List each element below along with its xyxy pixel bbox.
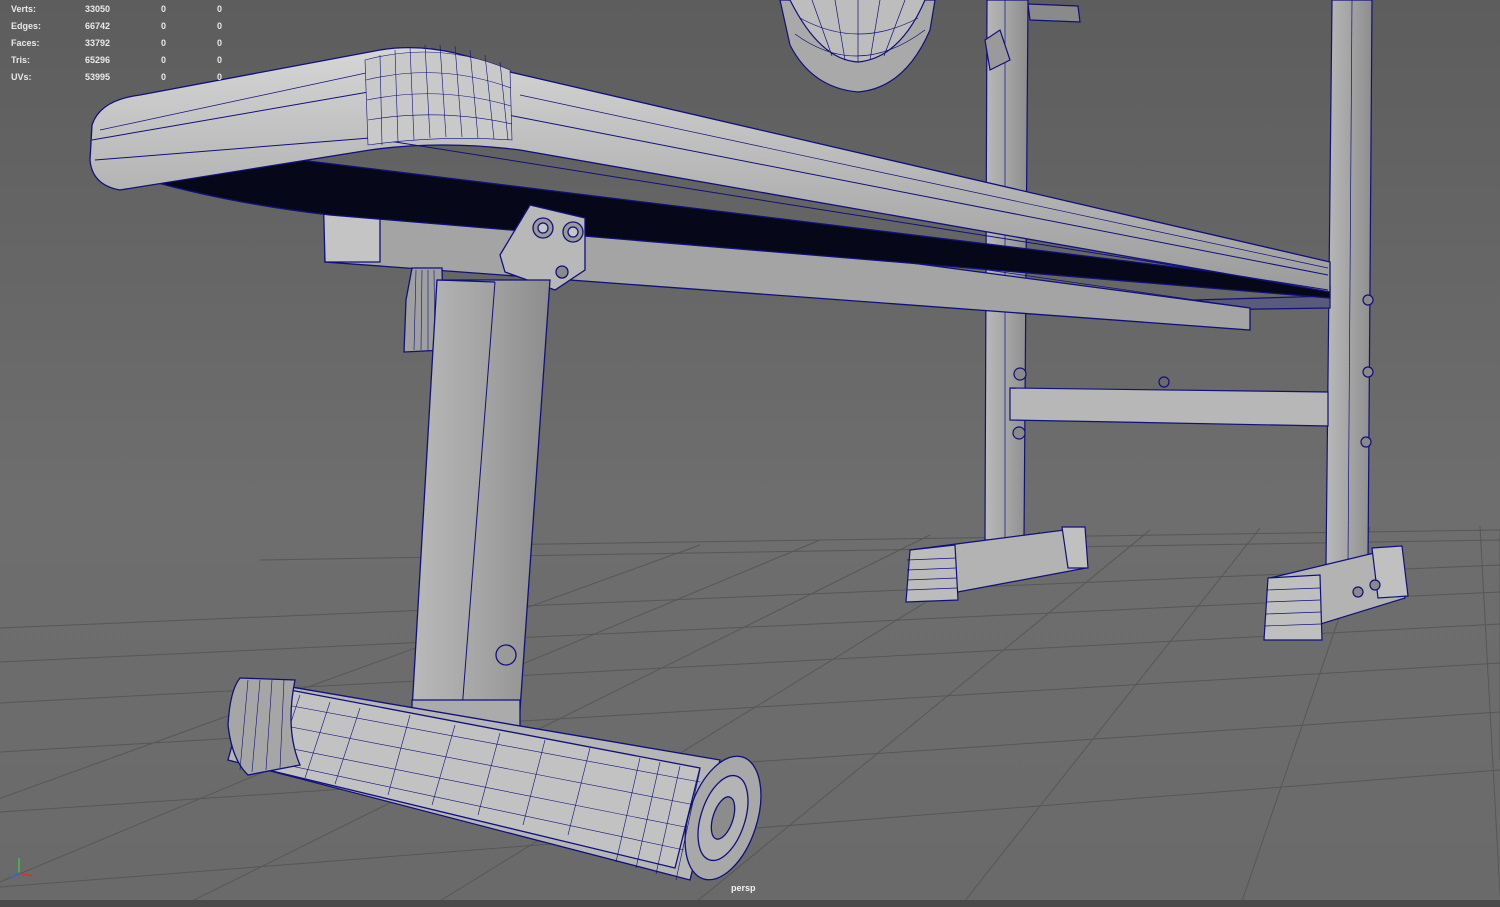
hud-total: 33050 (85, 4, 111, 14)
rack-hook (1027, 3, 1081, 23)
hud-label: Tris: (11, 55, 31, 65)
hud-components: 0 (217, 55, 223, 65)
scene-render[interactable] (0, 0, 1500, 907)
rack-crossbar (1009, 387, 1329, 427)
viewport-bottom-border (0, 900, 1500, 907)
camera-label: persp (731, 883, 756, 893)
hud-selected: 0 (161, 72, 167, 82)
hud-components: 0 (217, 4, 223, 14)
hud-label: Verts: (11, 4, 37, 14)
hud-label: Faces: (11, 38, 40, 48)
x-axis-icon (18, 872, 33, 877)
rack-upright-right (1325, 0, 1373, 566)
hud-selected: 0 (161, 21, 167, 31)
hud-components: 0 (217, 21, 223, 31)
hud-components: 0 (217, 72, 223, 82)
hud-total: 65296 (85, 55, 111, 65)
hud-label: UVs: (11, 72, 32, 82)
viewport-persp[interactable]: Verts: 33050 0 0 Edges: 66742 0 0 Faces:… (0, 0, 1500, 907)
z-axis-icon (10, 872, 20, 878)
hud-selected: 0 (161, 4, 167, 14)
hud-components: 0 (217, 38, 223, 48)
hud-label: Edges: (11, 21, 42, 31)
hud-total: 66742 (85, 21, 111, 31)
hud-selected: 0 (161, 38, 167, 48)
hud-selected: 0 (161, 55, 167, 65)
hud-total: 33792 (85, 38, 111, 48)
view-axis-gizmo (10, 858, 33, 878)
hud-total: 53995 (85, 72, 111, 82)
